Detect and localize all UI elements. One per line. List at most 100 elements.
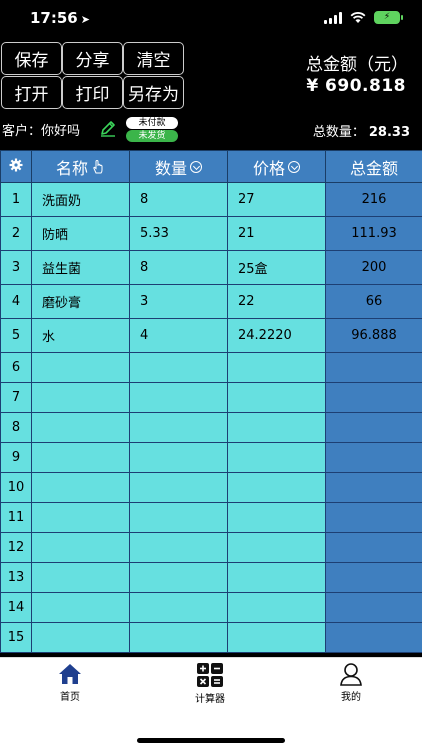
price-column-header[interactable]: 价格: [227, 150, 326, 183]
price-cell[interactable]: 24.2220: [227, 318, 326, 353]
price-cell[interactable]: [227, 442, 326, 473]
quantity-cell[interactable]: 4: [129, 318, 228, 353]
price-cell[interactable]: [227, 622, 326, 653]
print-button[interactable]: 打印: [62, 76, 123, 109]
quantity-cell[interactable]: 8: [129, 250, 228, 285]
row-index-cell: 15: [0, 622, 32, 653]
table-row: 11: [0, 502, 422, 533]
name-cell[interactable]: [31, 562, 130, 593]
quantity-cell[interactable]: [129, 472, 228, 503]
open-button[interactable]: 打开: [1, 76, 62, 109]
quantity-cell[interactable]: [129, 502, 228, 533]
name-cell[interactable]: [31, 622, 130, 653]
amount-cell: [325, 352, 422, 383]
price-cell[interactable]: 25盒: [227, 250, 326, 285]
row-index-cell: 3: [0, 250, 32, 285]
table-row: 4 磨砂膏 3 22 66: [0, 284, 422, 319]
price-cell[interactable]: 27: [227, 182, 326, 217]
name-cell[interactable]: 洗面奶: [31, 182, 130, 217]
quantity-cell[interactable]: 3: [129, 284, 228, 319]
amount-cell: [325, 622, 422, 653]
row-index-cell: 9: [0, 442, 32, 473]
quantity-cell[interactable]: [129, 622, 228, 653]
items-table: 名称 数量 价格 总金额 1 洗面奶 8 27 216 2 防晒 5.33 21 111.93 3 益…: [0, 150, 422, 653]
tab-mine[interactable]: 我的: [311, 662, 391, 703]
unshipped-badge[interactable]: 未发货: [126, 130, 178, 142]
price-cell[interactable]: [227, 382, 326, 413]
calculator-icon: [197, 663, 223, 687]
name-cell[interactable]: [31, 472, 130, 503]
quantity-cell[interactable]: 8: [129, 182, 228, 217]
quantity-cell[interactable]: [129, 352, 228, 383]
quantity-cell[interactable]: [129, 592, 228, 623]
amount-column-header: 总金额: [325, 150, 422, 183]
row-index-cell: 8: [0, 412, 32, 443]
amount-cell: 200: [325, 250, 422, 285]
name-cell[interactable]: 水: [31, 318, 130, 353]
name-cell[interactable]: [31, 592, 130, 623]
chevron-down-icon[interactable]: [190, 160, 202, 173]
table-row: 14: [0, 592, 422, 623]
quantity-cell[interactable]: [129, 382, 228, 413]
chevron-down-icon[interactable]: [288, 160, 300, 173]
unpaid-badge[interactable]: 未付款: [126, 117, 178, 129]
table-row: 2 防晒 5.33 21 111.93: [0, 216, 422, 251]
wifi-icon: [350, 11, 366, 23]
name-cell[interactable]: [31, 442, 130, 473]
price-cell[interactable]: [227, 562, 326, 593]
amount-cell: [325, 592, 422, 623]
table-row: 15: [0, 622, 422, 653]
gear-icon[interactable]: [9, 158, 23, 172]
clock-text: 17:56: [30, 9, 78, 27]
table-row: 10: [0, 472, 422, 503]
save-as-button[interactable]: 另存为: [123, 76, 184, 109]
amount-cell: [325, 562, 422, 593]
quantity-cell[interactable]: [129, 532, 228, 563]
table-settings-header[interactable]: [0, 150, 32, 183]
name-cell[interactable]: [31, 502, 130, 533]
name-cell[interactable]: [31, 352, 130, 383]
name-cell[interactable]: 益生菌: [31, 250, 130, 285]
table-row: 5 水 4 24.2220 96.888: [0, 318, 422, 353]
hand-pointer-icon: [93, 159, 103, 173]
tab-calculator[interactable]: 计算器: [170, 662, 250, 705]
name-cell[interactable]: [31, 412, 130, 443]
customer-label[interactable]: 客户：你好吗: [2, 120, 80, 139]
quantity-cell[interactable]: 5.33: [129, 216, 228, 251]
share-button[interactable]: 分享: [62, 42, 123, 75]
quantity-cell[interactable]: [129, 562, 228, 593]
tab-home[interactable]: 首页: [30, 662, 110, 703]
home-icon: [59, 664, 81, 684]
quantity-column-header[interactable]: 数量: [129, 150, 228, 183]
quantity-cell[interactable]: [129, 442, 228, 473]
price-cell[interactable]: 22: [227, 284, 326, 319]
price-cell[interactable]: [227, 502, 326, 533]
price-cell[interactable]: [227, 592, 326, 623]
table-row: 8: [0, 412, 422, 443]
pencil-edit-icon[interactable]: [98, 118, 118, 138]
row-index-cell: 1: [0, 182, 32, 217]
user-profile-icon: [340, 663, 362, 686]
table-row: 1 洗面奶 8 27 216: [0, 182, 422, 217]
price-cell[interactable]: [227, 352, 326, 383]
price-cell[interactable]: [227, 412, 326, 443]
price-cell[interactable]: [227, 472, 326, 503]
status-bar: 17:56 ➤ ⚡: [0, 0, 422, 36]
clear-button[interactable]: 清空: [123, 42, 184, 75]
amount-cell: [325, 382, 422, 413]
name-cell[interactable]: 磨砂膏: [31, 284, 130, 319]
name-cell[interactable]: [31, 532, 130, 563]
price-header-label: 价格: [252, 158, 285, 178]
name-cell[interactable]: [31, 382, 130, 413]
price-cell[interactable]: 21: [227, 216, 326, 251]
price-cell[interactable]: [227, 532, 326, 563]
name-column-header[interactable]: 名称: [31, 150, 130, 183]
amount-cell: 96.888: [325, 318, 422, 353]
quantity-cell[interactable]: [129, 412, 228, 443]
save-button[interactable]: 保存: [1, 42, 62, 75]
name-cell[interactable]: 防晒: [31, 216, 130, 251]
row-index-cell: 10: [0, 472, 32, 503]
table-row: 3 益生菌 8 25盒 200: [0, 250, 422, 285]
status-time: 17:56 ➤: [30, 9, 90, 27]
row-index-cell: 14: [0, 592, 32, 623]
